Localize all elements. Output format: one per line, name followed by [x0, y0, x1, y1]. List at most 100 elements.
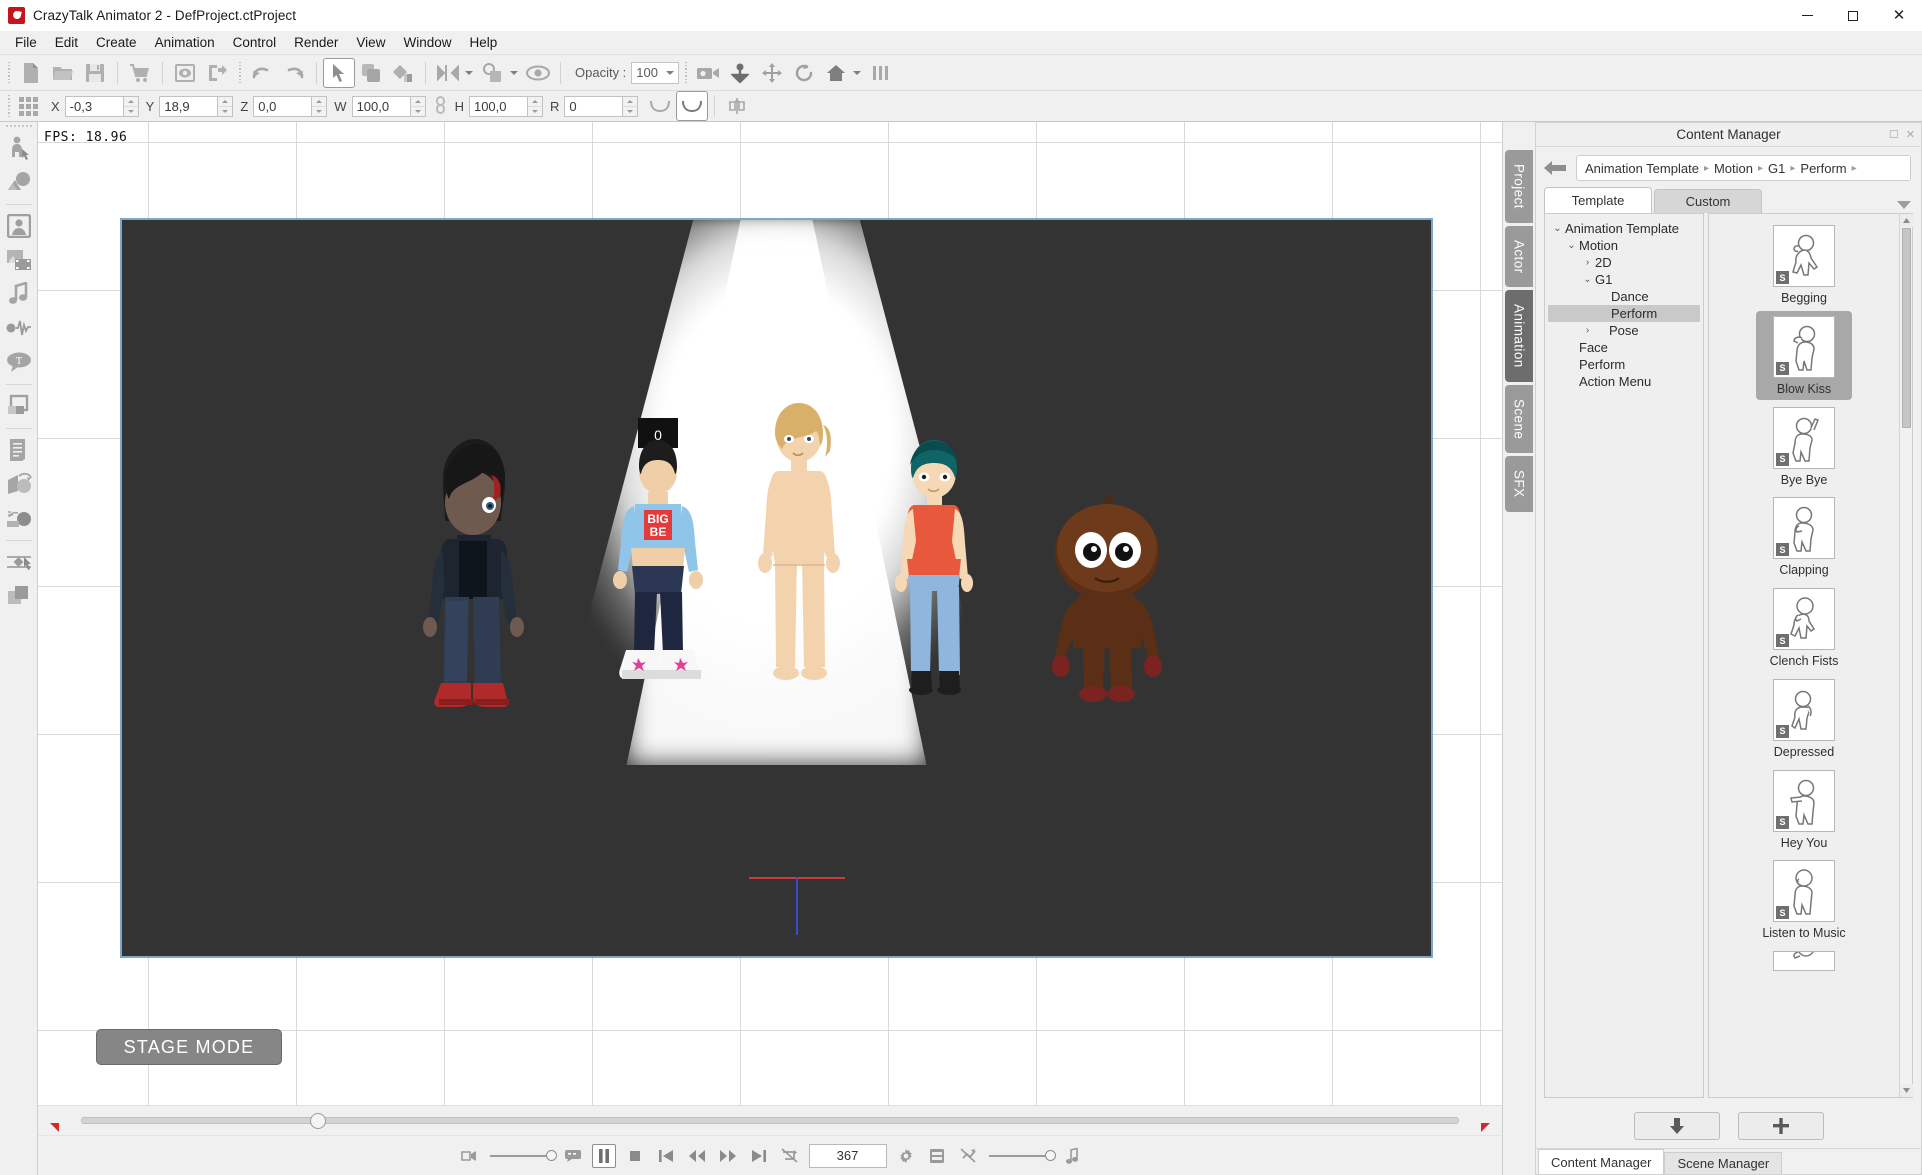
- frame-number-input[interactable]: 367: [808, 1143, 887, 1168]
- stage-mode-badge[interactable]: STAGE MODE: [96, 1029, 282, 1065]
- breadcrumb-item-1[interactable]: Motion: [1714, 161, 1753, 176]
- menu-file[interactable]: File: [6, 32, 46, 53]
- render-canvas[interactable]: 0 BIG BE: [120, 218, 1433, 958]
- anchor-icon[interactable]: [724, 58, 756, 88]
- open-project-icon[interactable]: [47, 58, 79, 88]
- minimize-icon[interactable]: [1784, 0, 1830, 31]
- undock-icon[interactable]: ☐: [1889, 128, 1899, 141]
- stop-button[interactable]: [623, 1144, 647, 1168]
- prop-y-input[interactable]: [159, 95, 218, 117]
- actor-tool-icon[interactable]: [3, 132, 35, 164]
- go-to-end-button[interactable]: [747, 1144, 771, 1168]
- content-grid[interactable]: S Begging S Blow Kiss S Bye Bye S Clappi…: [1709, 214, 1899, 1097]
- pop-girl-character[interactable]: 0 BIG BE: [604, 418, 714, 731]
- propertybar-grip[interactable]: [5, 95, 12, 117]
- curve-icon[interactable]: [644, 91, 676, 121]
- chevron-icon[interactable]: ›: [1580, 257, 1595, 268]
- range-end-marker-icon[interactable]: [1481, 1123, 1490, 1132]
- side-tab-project[interactable]: Project: [1505, 150, 1533, 223]
- composer-tool-icon[interactable]: [3, 580, 35, 612]
- layers-tool-icon[interactable]: [3, 390, 35, 422]
- prop-x-stepper[interactable]: [64, 95, 139, 117]
- keyframe-tool-icon[interactable]: [3, 546, 35, 578]
- content-item-hey-you[interactable]: S Hey You: [1756, 765, 1852, 854]
- tree-node-dance[interactable]: Dance: [1548, 288, 1700, 305]
- speed-slider[interactable]: [489, 1149, 557, 1161]
- bottom-tab-content-manager[interactable]: Content Manager: [1538, 1149, 1665, 1174]
- face-tool-icon[interactable]: [3, 210, 35, 242]
- content-item-listen-to-music[interactable]: S Listen to Music: [1756, 855, 1852, 944]
- tab-custom[interactable]: Custom: [1654, 189, 1762, 213]
- left-rail-grip[interactable]: [5, 125, 32, 127]
- add-custom-button[interactable]: [1737, 1112, 1824, 1140]
- panel-close-icon[interactable]: ✕: [1906, 128, 1915, 141]
- save-project-icon[interactable]: [79, 58, 111, 88]
- prop-y-up[interactable]: [218, 97, 233, 107]
- scroll-down-arrow-icon[interactable]: [1899, 1084, 1913, 1097]
- prop-w-up[interactable]: [410, 97, 425, 107]
- redo-icon[interactable]: [278, 58, 310, 88]
- content-item-begging[interactable]: S Begging: [1756, 220, 1852, 309]
- settings-gear-icon[interactable]: [894, 1144, 918, 1168]
- motion-record-tool-icon[interactable]: [3, 468, 35, 500]
- prop-x-input[interactable]: [64, 95, 123, 117]
- content-item-clench-fists[interactable]: S Clench Fists: [1756, 583, 1852, 672]
- back-arrow-icon[interactable]: [1542, 158, 1568, 178]
- music-note-icon[interactable]: [1060, 1144, 1084, 1168]
- tree-node-motion[interactable]: ⌄ Motion: [1548, 237, 1700, 254]
- tree-node-animation-template[interactable]: ⌄ Animation Template: [1548, 220, 1700, 237]
- loop-off-button[interactable]: [778, 1144, 802, 1168]
- content-item-partial[interactable]: [1756, 946, 1852, 974]
- menu-help[interactable]: Help: [460, 32, 506, 53]
- scrub-handle[interactable]: [310, 1113, 327, 1129]
- menu-control[interactable]: Control: [224, 32, 286, 53]
- opacity-value-box[interactable]: 100: [631, 61, 680, 84]
- content-grid-scrollbar[interactable]: [1899, 214, 1913, 1097]
- copy-layer-icon[interactable]: [355, 58, 387, 88]
- toolbar-grip-3[interactable]: [682, 61, 689, 84]
- move-tool-icon[interactable]: [756, 58, 788, 88]
- content-item-bye-bye[interactable]: S Bye Bye: [1756, 402, 1852, 491]
- menu-create[interactable]: Create: [87, 32, 146, 53]
- link-dropdown-caret-icon[interactable]: [510, 70, 518, 75]
- breadcrumb-item-2[interactable]: G1: [1768, 161, 1785, 176]
- acorn-creature-character[interactable]: [1047, 490, 1167, 728]
- content-item-clapping[interactable]: S Clapping: [1756, 492, 1852, 581]
- marketplace-cart-icon[interactable]: [124, 58, 156, 88]
- tree-node-face[interactable]: Face: [1548, 339, 1700, 356]
- script-tool-icon[interactable]: [3, 434, 35, 466]
- tree-node-pose[interactable]: › Pose: [1548, 322, 1700, 339]
- rotate-tool-icon[interactable]: [788, 58, 820, 88]
- text-bubble-tool-icon[interactable]: T: [3, 346, 35, 378]
- transform-tool-icon[interactable]: [3, 502, 35, 534]
- mute-audio-icon[interactable]: [956, 1144, 980, 1168]
- undo-icon[interactable]: [246, 58, 278, 88]
- opacity-caret-icon[interactable]: [666, 70, 675, 75]
- chevron-down-icon[interactable]: [1897, 201, 1911, 209]
- step-forward-button[interactable]: [716, 1144, 740, 1168]
- scrub-track[interactable]: [81, 1113, 1459, 1129]
- scroll-up-arrow-icon[interactable]: [1899, 214, 1913, 227]
- tab-template[interactable]: Template: [1544, 187, 1652, 213]
- prop-w-stepper[interactable]: [351, 95, 426, 117]
- prop-h-input[interactable]: [468, 95, 527, 117]
- fill-color-icon[interactable]: [387, 58, 419, 88]
- prop-z-stepper[interactable]: [253, 95, 328, 117]
- chevron-icon[interactable]: ⌄: [1564, 240, 1579, 251]
- export-icon[interactable]: [201, 58, 233, 88]
- category-tree[interactable]: ⌄ Animation Template ⌄ Motion › 2D ⌄ G1 …: [1544, 213, 1704, 1098]
- prop-h-stepper[interactable]: [468, 95, 543, 117]
- maximize-icon[interactable]: [1830, 0, 1876, 31]
- breadcrumb-item-3[interactable]: Perform: [1800, 161, 1846, 176]
- home-dropdown-caret-icon[interactable]: [853, 70, 862, 75]
- waveform-tool-icon[interactable]: [3, 312, 35, 344]
- teal-hair-girl-character[interactable]: [882, 433, 986, 736]
- transform-grid-icon[interactable]: [19, 96, 38, 116]
- close-icon[interactable]: ✕: [1876, 0, 1922, 31]
- range-start-marker-icon[interactable]: [50, 1123, 59, 1132]
- bottom-tab-scene-manager[interactable]: Scene Manager: [1664, 1152, 1783, 1174]
- preview-icon[interactable]: [169, 58, 201, 88]
- playback-speed-icon[interactable]: [457, 1144, 481, 1168]
- content-item-depressed[interactable]: S Depressed: [1756, 674, 1852, 763]
- breadcrumb[interactable]: Animation Template ▸ Motion ▸ G1 ▸ Perfo…: [1576, 155, 1911, 181]
